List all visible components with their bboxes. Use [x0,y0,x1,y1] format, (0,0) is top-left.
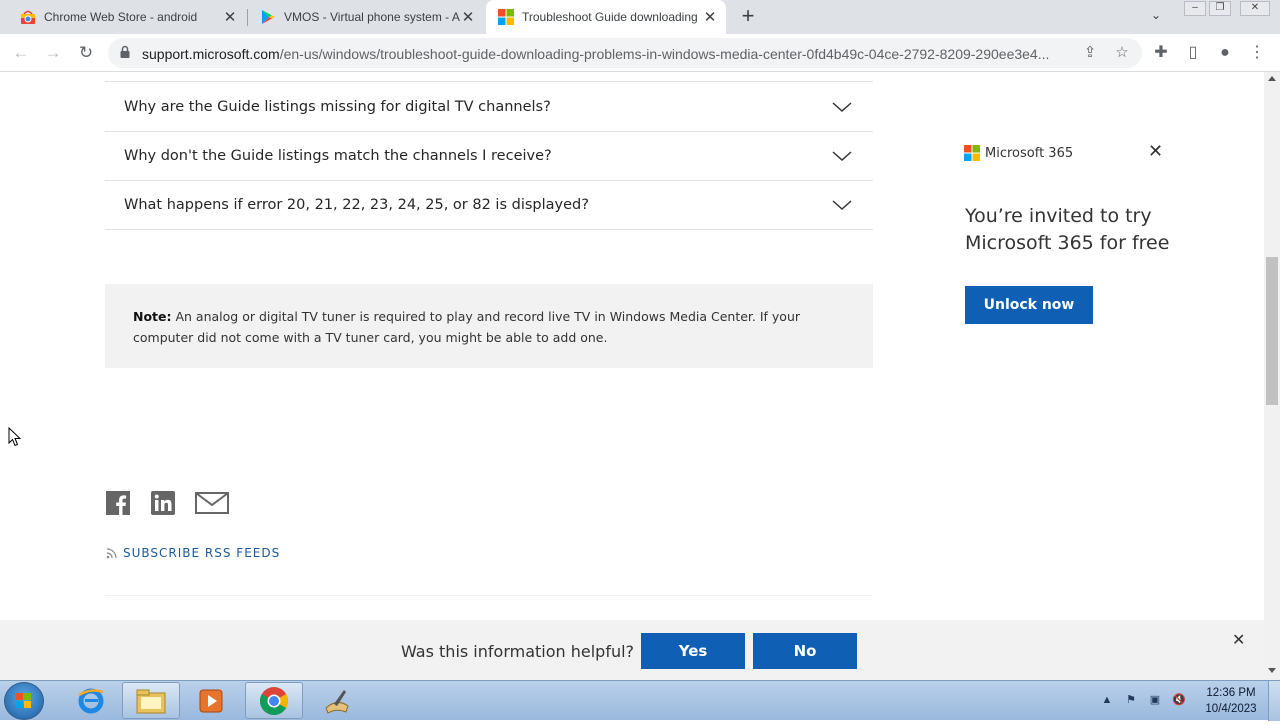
browser-toolbar: ← → ↻ support.microsoft.com/en-us/window… [0,34,1280,72]
ad-brand: Microsoft 365 [985,145,1074,161]
clock-time: 12:36 PM [1206,687,1256,699]
no-button[interactable]: No [753,633,857,669]
menu-kebab-icon[interactable]: ⋮ [1248,44,1266,62]
action-center-flag-icon[interactable]: ⚑ [1124,693,1138,707]
linkedin-icon[interactable] [151,491,175,515]
tab-troubleshoot-guide[interactable]: Troubleshoot Guide downloading ✕ [486,0,726,34]
new-tab-button[interactable]: + [736,5,760,29]
tab-title: Troubleshoot Guide downloading [522,10,698,24]
chevron-down-icon [832,151,852,162]
microsoft-365-logo: Microsoft 365 [964,145,1073,161]
page-scrollbar[interactable] [1264,72,1280,680]
yes-button[interactable]: Yes [641,633,745,669]
scroll-up-icon[interactable] [1268,76,1276,81]
feedback-bar: Was this information helpful? Yes No ✕ [0,620,1264,680]
windows-taskbar: ▲ ⚑ ▣ 🔇 12:36 PM 10/4/2023 [0,680,1280,721]
tab-chrome-web-store[interactable]: Chrome Web Store - android ✕ [0,0,246,34]
tab-title: Chrome Web Store - android [44,10,198,24]
faq-question: Why don't the Guide listings match the c… [124,148,552,164]
start-button[interactable] [4,682,44,720]
paint-taskbar-icon[interactable] [308,682,366,719]
clock-date: 10/4/2023 [1205,703,1257,715]
faq-item[interactable]: What happens if error 20, 21, 22, 23, 24… [105,181,873,230]
subscribe-rss-link[interactable]: SUBSCRIBE RSS FEEDS [106,546,280,560]
url-host: support.microsoft.com [142,46,280,62]
forward-icon[interactable]: → [42,42,64,64]
faq-item[interactable]: Why are the Guide listings missing for d… [105,83,873,132]
faq-question: What happens if error 20, 21, 22, 23, 24… [124,197,589,213]
note-label: Note: [133,309,172,324]
microsoft-logo-icon [964,145,980,161]
file-explorer-taskbar-icon[interactable] [122,682,180,719]
close-tab-icon[interactable]: ✕ [222,8,238,26]
ad-close-icon[interactable]: ✕ [1148,141,1163,162]
rss-label: SUBSCRIBE RSS FEEDS [123,546,281,560]
tab-title: VMOS - Virtual phone system - A [284,10,460,24]
faq-item[interactable]: Why don't the Guide listings match the c… [105,132,873,181]
profile-avatar-icon[interactable]: ● [1216,44,1234,62]
url-path: /en-us/windows/troubleshoot-guide-downlo… [279,46,1050,62]
lock-icon[interactable] [120,45,130,59]
close-tab-icon[interactable]: ✕ [460,8,476,26]
internet-explorer-taskbar-icon[interactable] [62,682,120,719]
address-bar[interactable]: support.microsoft.com/en-us/windows/trou… [108,38,1142,68]
window-close-icon[interactable]: ✕ [1240,1,1270,16]
unlock-now-button[interactable]: Unlock now [965,286,1093,324]
mouse-cursor-icon [8,426,22,452]
tab-strip: Chrome Web Store - android ✕ VMOS - Virt… [0,0,1280,34]
bookmark-star-icon[interactable]: ☆ [1114,45,1130,61]
show-desktop-button[interactable] [1268,681,1280,721]
volume-muted-icon[interactable]: 🔇 [1172,693,1186,707]
side-panel-icon[interactable]: ▯ [1184,44,1202,62]
media-player-taskbar-icon[interactable] [182,682,240,719]
close-tab-icon[interactable]: ✕ [702,8,718,26]
note-box: Note: An analog or digital TV tuner is r… [105,284,873,368]
note-text: An analog or digital TV tuner is require… [133,309,801,345]
scroll-thumb[interactable] [1266,257,1278,405]
microsoft-icon [498,9,514,25]
ad-headline: You’re invited to try Microsoft 365 for … [965,205,1170,254]
restore-icon[interactable]: ❐ [1209,1,1231,16]
tab-vmos[interactable]: VMOS - Virtual phone system - A ✕ [248,0,484,34]
faq-question: Why are the Guide listings missing for d… [124,99,551,115]
chevron-down-icon [832,200,852,211]
email-icon[interactable] [195,491,229,515]
divider [105,595,873,596]
tab-search-icon[interactable]: ⌄ [1151,8,1161,22]
system-clock[interactable]: 12:36 PM 10/4/2023 [1196,685,1266,717]
show-hidden-icons[interactable]: ▲ [1100,693,1114,707]
scroll-down-icon[interactable] [1268,668,1276,673]
google-play-icon [262,10,275,24]
page-content: Why are the Guide listings missing for d… [0,73,1264,680]
minimize-icon[interactable]: – [1184,1,1206,16]
windows-logo-icon [16,693,31,708]
chrome-taskbar-icon[interactable] [245,682,303,719]
extensions-icon[interactable]: ✚ [1152,44,1170,62]
back-icon[interactable]: ← [10,42,32,64]
network-icon[interactable]: ▣ [1148,693,1162,707]
share-icon[interactable]: ⇪ [1082,45,1098,61]
facebook-icon[interactable] [106,491,130,515]
rss-icon [106,548,117,559]
feedback-question: Was this information helpful? [401,642,635,661]
divider [105,81,873,82]
url-text[interactable]: support.microsoft.com/en-us/windows/trou… [142,46,1072,62]
chrome-web-store-icon [21,10,35,24]
feedback-close-icon[interactable]: ✕ [1232,630,1245,650]
reload-icon[interactable]: ↻ [75,42,97,64]
chevron-down-icon [832,102,852,113]
